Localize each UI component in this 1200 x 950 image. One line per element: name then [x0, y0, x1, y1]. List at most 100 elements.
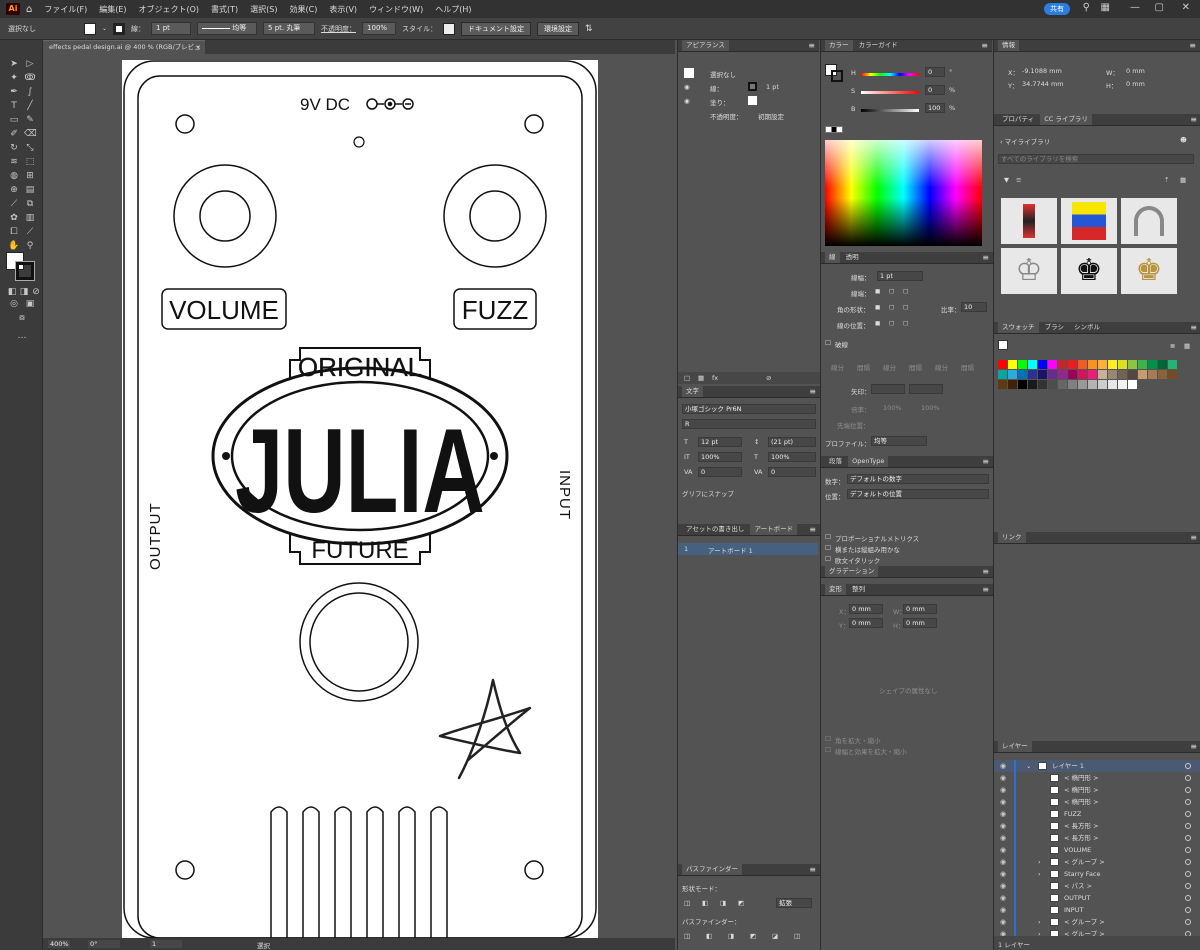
new-stroke-icon[interactable]: □: [684, 374, 690, 382]
menu-effect[interactable]: 効果(C): [284, 4, 324, 15]
library-name[interactable]: ‹ マイライブラリ: [1000, 136, 1050, 146]
panel-menu-icon[interactable]: ≡: [982, 584, 989, 595]
tab-character[interactable]: 文字: [682, 386, 703, 397]
panel-menu-icon[interactable]: ≡: [981, 40, 988, 51]
menu-window[interactable]: ウィンドウ(W): [363, 4, 429, 15]
s-field[interactable]: 0: [925, 85, 945, 95]
target-icon[interactable]: [1185, 835, 1191, 841]
panel-menu-icon[interactable]: ≡: [809, 524, 816, 535]
direct-selection-tool-icon[interactable]: ▷: [24, 58, 36, 70]
tab-cc-libraries[interactable]: CC ライブラリ: [1040, 114, 1092, 125]
starry-face-drawing[interactable]: [438, 678, 532, 780]
zoom-field[interactable]: 400%: [47, 939, 71, 949]
layer-item-name[interactable]: < 楕円形 >: [1064, 784, 1099, 796]
minus-back-icon[interactable]: ◫: [794, 932, 800, 940]
share-button[interactable]: 共有: [1044, 3, 1070, 15]
visibility-eye-icon[interactable]: ◉: [1000, 832, 1006, 844]
brush-select[interactable]: 5 pt. 丸筆: [263, 22, 316, 35]
color-swatch[interactable]: [1018, 360, 1027, 369]
layer-item-name[interactable]: < グループ >: [1064, 856, 1105, 868]
fuzz-knob-outer[interactable]: [443, 164, 547, 268]
h-field[interactable]: 0: [925, 67, 945, 77]
layer-item[interactable]: ◉ < パス >: [994, 880, 1200, 892]
view-grid-icon[interactable]: ▦: [1180, 176, 1186, 184]
layer-item[interactable]: ◉ < 楕円形 >: [994, 796, 1200, 808]
tab-color[interactable]: カラー: [825, 40, 853, 51]
color-swatch[interactable]: [1108, 380, 1117, 389]
panel-menu-icon[interactable]: ≡: [808, 40, 815, 51]
pen-tool-icon[interactable]: ✒: [8, 86, 20, 98]
vertical-scale-field[interactable]: 100%: [698, 452, 742, 462]
color-swatch[interactable]: [1078, 380, 1087, 389]
menu-object[interactable]: オブジェクト(O): [133, 4, 206, 15]
tab-info[interactable]: 情報: [998, 40, 1019, 51]
round-join-icon[interactable]: ◻: [889, 303, 894, 311]
divide-icon[interactable]: ◫: [684, 932, 690, 940]
screw-top-left[interactable]: [175, 114, 195, 134]
hand-tool-icon[interactable]: ✋: [8, 240, 20, 252]
julia-text[interactable]: JULIA: [235, 404, 485, 538]
canvas[interactable]: 9V DC VOLUME FUZZ ORIGINAL JULIA FUTURE …: [43, 54, 675, 938]
panel-menu-icon[interactable]: ≡: [982, 456, 989, 467]
pedal-grip-bars[interactable]: [270, 806, 448, 938]
color-swatch[interactable]: [1168, 370, 1177, 379]
tab-symbols[interactable]: シンボル: [1070, 322, 1104, 333]
tab-swatches[interactable]: スウォッチ: [998, 322, 1039, 333]
font-family-select[interactable]: 小塚ゴシック Pr6N: [682, 404, 816, 414]
layer-row-top[interactable]: ◉ ⌄ レイヤー 1: [994, 760, 1200, 772]
visibility-eye-icon[interactable]: ◉: [1000, 844, 1006, 856]
minus-front-icon[interactable]: ◧: [702, 899, 708, 907]
tab-links[interactable]: リンク: [998, 532, 1026, 543]
slice-tool-icon[interactable]: ⟋: [24, 226, 36, 238]
italic-checkbox[interactable]: ☐: [825, 555, 831, 563]
tab-appearance[interactable]: アピアランス: [682, 40, 729, 51]
line-tool-icon[interactable]: ╱: [24, 100, 36, 112]
layer-item[interactable]: ◉ INPUT: [994, 904, 1200, 916]
font-style-select[interactable]: R: [682, 419, 816, 429]
symbol-sprayer-icon[interactable]: ✿: [8, 212, 20, 224]
eyedropper-icon[interactable]: ⟋: [8, 198, 20, 210]
saturation-slider[interactable]: [861, 91, 919, 94]
layer-name[interactable]: レイヤー 1: [1052, 760, 1084, 772]
profile-select[interactable]: 均等: [871, 436, 927, 446]
rectangle-tool-icon[interactable]: ▭: [8, 114, 20, 126]
rotate-tool-icon[interactable]: ↻: [8, 142, 20, 154]
menu-view[interactable]: 表示(V): [323, 4, 363, 15]
visibility-eye-icon[interactable]: ◉: [1000, 796, 1006, 808]
visibility-eye-icon[interactable]: ◉: [1000, 772, 1006, 784]
appearance-stroke-swatch[interactable]: [748, 82, 757, 91]
arrow-end-scale[interactable]: 100%: [921, 404, 940, 412]
transform-y-field[interactable]: 0 mm: [849, 618, 883, 628]
visibility-eye-icon[interactable]: ◉: [1000, 808, 1006, 820]
align-outside-icon[interactable]: ◻: [903, 319, 908, 327]
screw-top-right[interactable]: [524, 114, 544, 134]
minimize-icon[interactable]: —: [1130, 2, 1140, 13]
scale-corners-checkbox[interactable]: ☐: [825, 735, 831, 743]
library-search-input[interactable]: すべてのライブラリを検索: [998, 154, 1194, 164]
library-tile-crown-outline[interactable]: ♔: [1001, 248, 1057, 294]
tab-opentype[interactable]: OpenType: [848, 456, 889, 467]
lasso-icon[interactable]: ↂ: [24, 72, 36, 84]
new-fill-icon[interactable]: ▦: [698, 374, 704, 382]
opacity-label[interactable]: 不透明度：: [321, 24, 356, 34]
close-tab-icon[interactable]: ×: [196, 41, 201, 54]
butt-cap-icon[interactable]: ◼: [875, 287, 880, 295]
visibility-eye-icon[interactable]: ◉: [684, 83, 690, 91]
tab-layers[interactable]: レイヤー: [998, 741, 1032, 752]
screw-bottom-right[interactable]: [524, 860, 544, 880]
color-swatch[interactable]: [1028, 360, 1037, 369]
color-swatch[interactable]: [998, 380, 1007, 389]
type-tool-icon[interactable]: T: [8, 100, 20, 112]
rotate-field[interactable]: 0°: [87, 939, 121, 949]
layer-item[interactable]: ◉ < グループ > ›: [994, 856, 1200, 868]
hue-slider[interactable]: [861, 73, 919, 76]
color-swatch[interactable]: [1118, 370, 1127, 379]
preferences-button[interactable]: 環境設定: [537, 21, 580, 36]
panel-menu-icon[interactable]: ≡: [1190, 741, 1197, 752]
screw-bottom-left[interactable]: [175, 860, 195, 880]
appearance-opacity-label[interactable]: 不透明度：: [710, 111, 743, 121]
artboard-row-name[interactable]: アートボード 1: [708, 545, 753, 555]
target-icon[interactable]: [1185, 775, 1191, 781]
panel-menu-icon[interactable]: ≡: [982, 566, 989, 577]
exclude-icon[interactable]: ◩: [738, 899, 744, 907]
